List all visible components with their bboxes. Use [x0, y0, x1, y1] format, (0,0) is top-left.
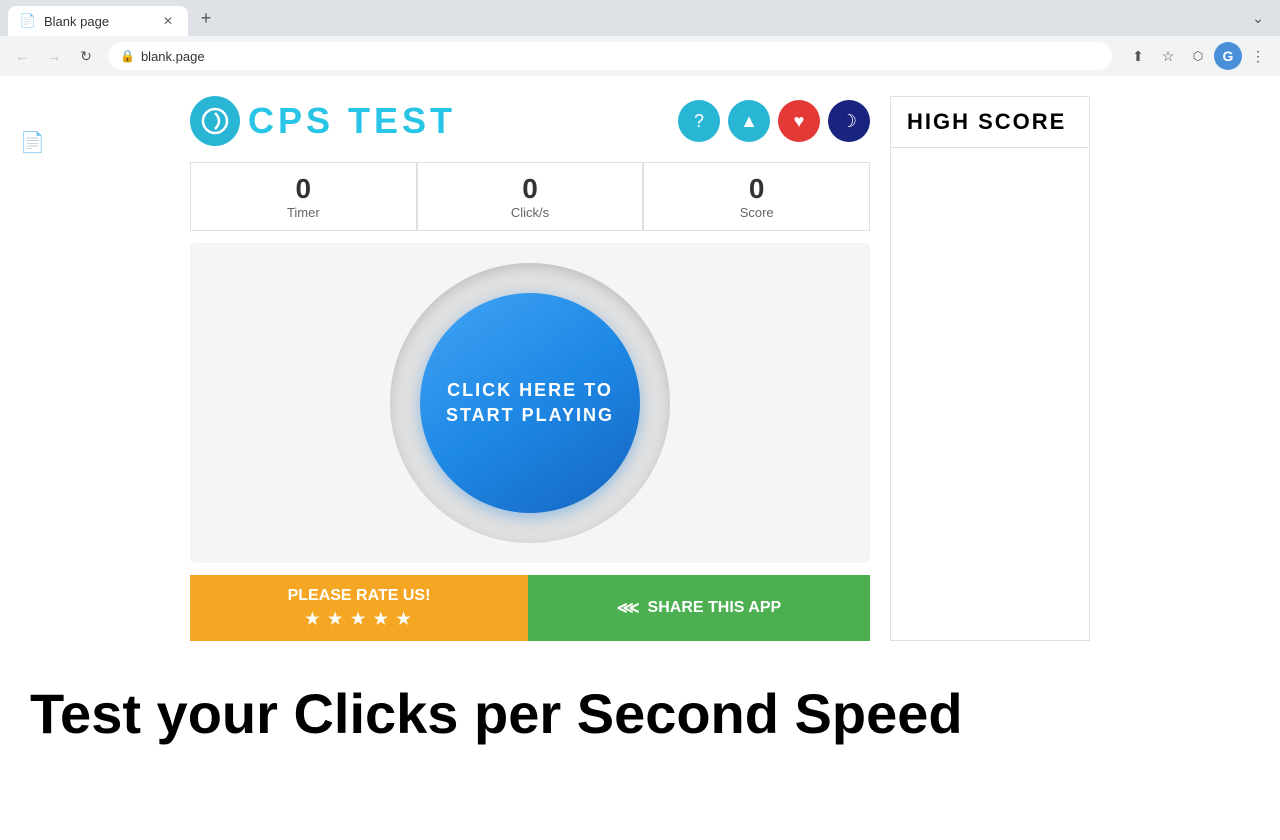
- share-toolbar-button[interactable]: ⬆: [1124, 42, 1152, 70]
- app-main: CPS TEST ? ▲ ♥ ☽: [0, 96, 1280, 641]
- score-stat: 0 Score: [643, 162, 870, 231]
- back-icon: ←: [15, 48, 29, 64]
- click-line2: START PLAYING: [446, 403, 614, 428]
- back-button[interactable]: ←: [8, 42, 36, 70]
- help-button[interactable]: ?: [678, 100, 720, 142]
- click-here-button[interactable]: CLICK HERE TO START PLAYING: [420, 293, 640, 513]
- upload-icon: ▲: [740, 111, 758, 132]
- address-bar: ← → ↻ 🔒 blank.page ⬆ ☆ ⬡ G: [0, 36, 1280, 76]
- tab-close-button[interactable]: ✕: [160, 13, 176, 29]
- share-toolbar-icon: ⬆: [1132, 48, 1144, 65]
- tab-bar: 📄 Blank page ✕ + ⌄: [0, 0, 1280, 36]
- heart-button[interactable]: ♥: [778, 100, 820, 142]
- high-score-title: HIGH SCORE: [891, 97, 1089, 148]
- tab-favicon-icon: 📄: [20, 13, 36, 29]
- page-tagline: Test your Clicks per Second Speed: [0, 641, 1280, 766]
- upload-button[interactable]: ▲: [728, 100, 770, 142]
- clicks-value: 0: [522, 173, 538, 205]
- outer-circle: CLICK HERE TO START PLAYING: [390, 263, 670, 543]
- new-tab-button[interactable]: +: [192, 4, 220, 32]
- stats-row: 0 Timer 0 Click/s 0 Score: [190, 162, 870, 231]
- rate-label: PLEASE RATE US!: [288, 587, 431, 605]
- bookmark-icon: ☆: [1162, 48, 1175, 65]
- timer-label: Timer: [287, 205, 320, 220]
- toolbar-icons: ⬆ ☆ ⬡ G ⋮: [1124, 42, 1272, 70]
- timer-value: 0: [296, 173, 312, 205]
- url-text: blank.page: [141, 49, 1100, 64]
- clicks-label: Click/s: [511, 205, 549, 220]
- timer-stat: 0 Timer: [190, 162, 417, 231]
- reload-button[interactable]: ↻: [72, 42, 100, 70]
- click-button-text: CLICK HERE TO START PLAYING: [446, 378, 614, 428]
- app-container: CPS TEST ? ▲ ♥ ☽: [190, 96, 870, 641]
- high-score-panel: HIGH SCORE: [890, 96, 1090, 641]
- rate-button[interactable]: PLEASE RATE US! ★ ★ ★ ★ ★: [190, 575, 528, 641]
- moon-icon: ☽: [841, 111, 857, 132]
- share-button[interactable]: ⋘ SHARE THIS APP: [528, 575, 870, 641]
- active-tab[interactable]: 📄 Blank page ✕: [8, 6, 188, 36]
- tab-title: Blank page: [44, 14, 109, 29]
- game-area: CLICK HERE TO START PLAYING: [190, 243, 870, 563]
- menu-icon: ⋮: [1251, 48, 1265, 65]
- bottom-buttons: PLEASE RATE US! ★ ★ ★ ★ ★ ⋘ SHARE THIS A…: [190, 575, 870, 641]
- moon-button[interactable]: ☽: [828, 100, 870, 142]
- page-content: 📄 CPS TEST: [0, 76, 1280, 840]
- lock-icon: 🔒: [120, 49, 135, 63]
- app-header: CPS TEST ? ▲ ♥ ☽: [190, 96, 870, 146]
- rate-stars: ★ ★ ★ ★ ★: [305, 609, 413, 629]
- logo-icon: [190, 96, 240, 146]
- url-bar[interactable]: 🔒 blank.page: [108, 42, 1112, 70]
- help-icon: ?: [694, 111, 704, 132]
- profile-letter: G: [1223, 48, 1234, 64]
- menu-button[interactable]: ⋮: [1244, 42, 1272, 70]
- logo-area: CPS TEST: [190, 96, 456, 146]
- profile-icon[interactable]: G: [1214, 42, 1242, 70]
- header-icons: ? ▲ ♥ ☽: [678, 100, 870, 142]
- heart-icon: ♥: [794, 111, 805, 132]
- share-label: SHARE THIS APP: [648, 599, 782, 617]
- sidebar-doc-icon: 📄: [20, 130, 45, 155]
- clicks-stat: 0 Click/s: [417, 162, 644, 231]
- extensions-button[interactable]: ⬡: [1184, 42, 1212, 70]
- tab-list-button[interactable]: ⌄: [1244, 4, 1272, 32]
- bookmark-button[interactable]: ☆: [1154, 42, 1182, 70]
- app-title: CPS TEST: [248, 100, 456, 142]
- click-line1: CLICK HERE TO: [446, 378, 614, 403]
- forward-icon: →: [47, 48, 61, 64]
- score-value: 0: [749, 173, 765, 205]
- share-button-icon: ⋘: [617, 598, 640, 618]
- reload-icon: ↻: [80, 48, 92, 65]
- forward-button[interactable]: →: [40, 42, 68, 70]
- score-label: Score: [740, 205, 774, 220]
